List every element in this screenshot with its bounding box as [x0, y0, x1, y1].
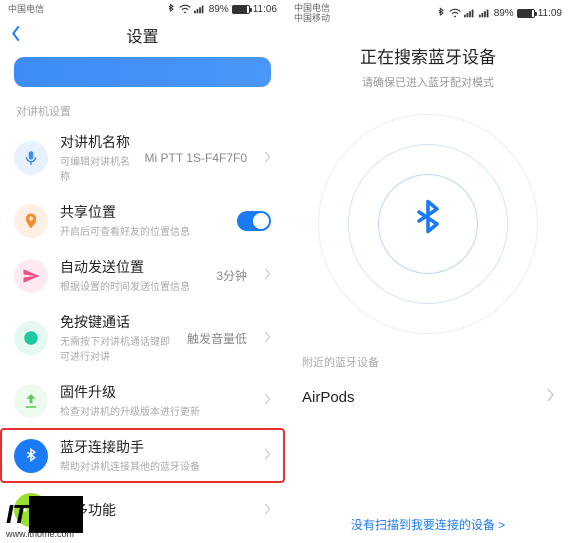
- row-sub: 无需按下对讲机通话键即可进行对讲: [60, 333, 175, 363]
- device-name: AirPods: [302, 389, 355, 406]
- bluetooth-icon: [14, 439, 48, 473]
- bluetooth-icon: [166, 3, 176, 15]
- row-autosend[interactable]: 自动发送位置 根据设置的时间发送位置信息 3分钟: [0, 248, 285, 303]
- nav-bar: 设置: [0, 17, 285, 53]
- row-firmware[interactable]: 固件升级 检查对讲机的升级版本进行更新: [0, 373, 285, 428]
- row-sub: 根据设置的时间发送位置信息: [60, 278, 204, 293]
- nearby-label: 附近的蓝牙设备: [286, 350, 570, 374]
- chevron-right-icon: [263, 448, 271, 463]
- send-icon: [14, 259, 48, 293]
- row-bluetooth-assistant[interactable]: 蓝牙连接助手 帮助对讲机连接其他的蓝牙设备: [0, 428, 285, 483]
- battery-icon: [232, 5, 250, 14]
- chevron-right-icon: [263, 151, 271, 166]
- row-value: 触发音量低: [187, 330, 247, 347]
- upgrade-icon: [14, 384, 48, 418]
- page-title: 设置: [126, 23, 158, 47]
- section-label: 对讲机设置: [0, 97, 285, 123]
- status-bar: 中国电信 89% 11:06: [0, 0, 285, 17]
- row-title: 固件升级: [60, 383, 251, 401]
- row-sub: 帮助对讲机连接其他的蓝牙设备: [60, 458, 251, 473]
- signal-icon: [194, 4, 206, 14]
- row-title: 免按键通话: [60, 313, 175, 331]
- row-sub: 开启后可查看好友的位置信息: [60, 223, 225, 238]
- search-subheading: 请确保已进入蓝牙配对模式: [306, 74, 550, 90]
- battery-icon: [517, 9, 535, 18]
- row-value: Mi PTT 1S-F4F7F0: [145, 151, 247, 165]
- row-title: 自动发送位置: [60, 258, 204, 276]
- settings-screen: 中国电信 89% 11:06 设置: [0, 0, 285, 543]
- watermark: IT之家 www.ithome.com: [6, 496, 83, 539]
- wifi-icon: [449, 8, 461, 18]
- bluetooth-icon: [436, 7, 446, 19]
- row-title: 共享位置: [60, 203, 225, 221]
- header-card[interactable]: [14, 57, 271, 87]
- location-icon: [14, 204, 48, 238]
- chevron-right-icon: [263, 331, 271, 346]
- carrier-1: 中国电信: [8, 4, 44, 14]
- carrier-1: 中国电信: [294, 3, 330, 13]
- chevron-right-icon: [263, 268, 271, 283]
- carrier-2: 中国移动: [294, 13, 330, 23]
- no-scan-link[interactable]: 没有扫描到我要连接的设备 >: [286, 516, 570, 533]
- row-sub: 可编辑对讲机名称: [60, 153, 133, 183]
- back-button[interactable]: [10, 25, 22, 46]
- chevron-right-icon: [546, 388, 554, 406]
- row-sub: 检查对讲机的升级版本进行更新: [60, 403, 251, 418]
- row-value: 3分钟: [216, 267, 247, 284]
- search-heading: 正在搜索蓝牙设备: [306, 43, 550, 68]
- battery-pct: 89%: [209, 4, 229, 15]
- bluetooth-search-screen: 中国电信 中国移动 89% 11:09: [285, 0, 570, 543]
- device-row-airpods[interactable]: AirPods: [286, 374, 570, 420]
- clock: 11:06: [253, 4, 277, 15]
- mic-icon: [14, 141, 48, 175]
- share-toggle[interactable]: [237, 211, 271, 231]
- voice-icon: [14, 321, 48, 355]
- bluetooth-large-icon: [410, 199, 446, 250]
- status-bar: 中国电信 中国移动 89% 11:09: [286, 0, 570, 25]
- row-handsfree[interactable]: 免按键通话 无需按下对讲机通话键即可进行对讲 触发音量低: [0, 303, 285, 373]
- row-title: 对讲机名称: [60, 133, 133, 151]
- chevron-right-icon: [263, 503, 271, 518]
- battery-pct: 89%: [494, 8, 514, 19]
- wifi-icon: [179, 4, 191, 14]
- signal-icon: [479, 8, 491, 18]
- row-share-location[interactable]: 共享位置 开启后可查看好友的位置信息: [0, 193, 285, 248]
- signal-icon: [464, 8, 476, 18]
- row-title: 更多功能: [60, 501, 251, 519]
- row-title: 蓝牙连接助手: [60, 438, 251, 456]
- row-device-name[interactable]: 对讲机名称 可编辑对讲机名称 Mi PTT 1S-F4F7F0: [0, 123, 285, 193]
- chevron-right-icon: [263, 393, 271, 408]
- clock: 11:09: [538, 8, 562, 19]
- bluetooth-radar: [318, 114, 538, 334]
